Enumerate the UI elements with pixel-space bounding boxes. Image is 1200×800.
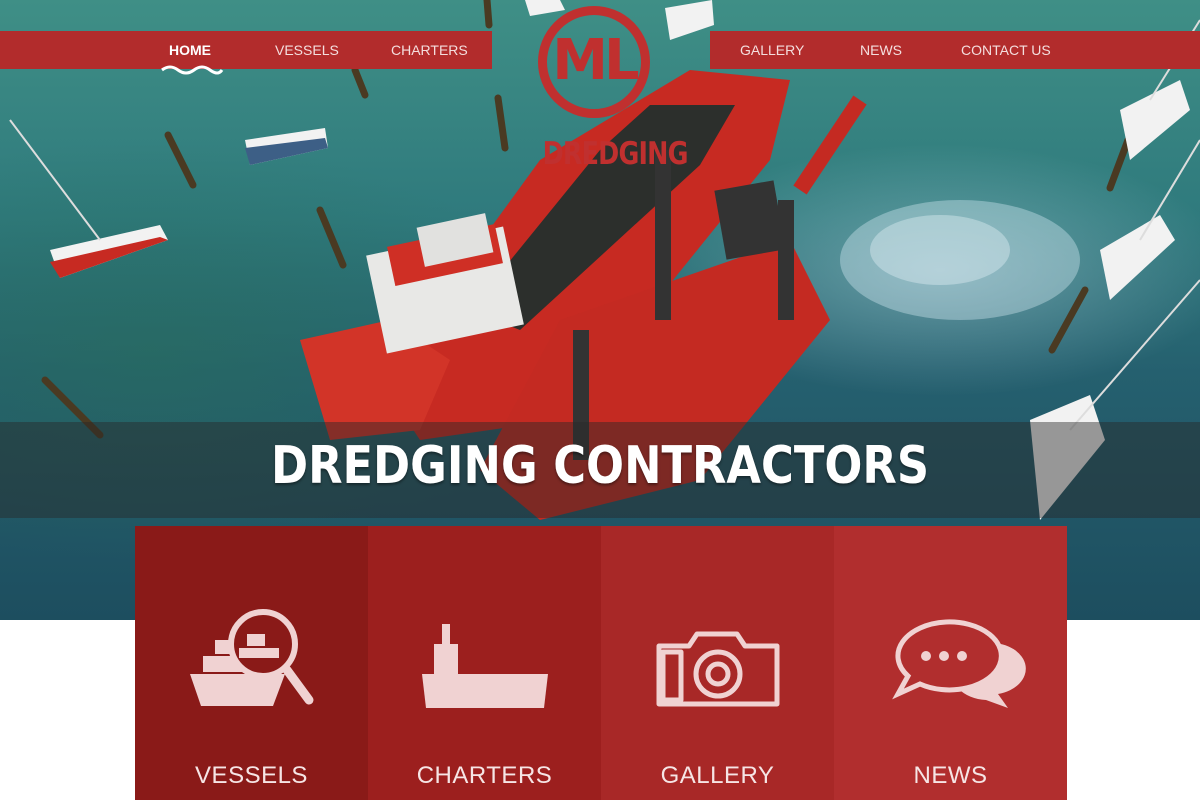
tile-charters[interactable]: CHARTERS xyxy=(368,526,601,800)
tile-label: GALLERY xyxy=(660,762,775,789)
camera-icon xyxy=(656,631,780,707)
logo-wordmark: DREDGING xyxy=(542,136,689,172)
site-logo[interactable]: ML DREDGING xyxy=(530,4,689,172)
hero-title: DREDGING CONTRACTORS xyxy=(270,436,930,496)
chat-bubbles-icon xyxy=(892,619,1026,708)
active-wave-indicator-icon xyxy=(161,65,224,75)
nav-gallery[interactable]: GALLERY xyxy=(740,31,804,69)
tile-label: CHARTERS xyxy=(416,762,553,789)
nav-bar-right: GALLERY NEWS CONTACT US xyxy=(710,31,1200,69)
tile-label: VESSELS xyxy=(195,762,308,789)
ship-icon xyxy=(422,624,548,708)
nav-bar-left: HOME VESSELS CHARTERS xyxy=(0,31,492,69)
tile-news[interactable]: NEWS xyxy=(834,526,1067,800)
vessel-search-icon xyxy=(190,609,314,706)
tile-label: NEWS xyxy=(913,762,988,789)
nav-charters[interactable]: CHARTERS xyxy=(391,31,468,69)
nav-vessels[interactable]: VESSELS xyxy=(275,31,339,69)
logo-initials: ML xyxy=(552,28,639,93)
feature-tiles: VESSELS CHARTERS GALLERY NEWS xyxy=(135,526,1067,800)
tile-gallery[interactable]: GALLERY xyxy=(601,526,834,800)
tile-vessels[interactable]: VESSELS xyxy=(135,526,368,800)
nav-contact-us[interactable]: CONTACT US xyxy=(961,31,1051,69)
nav-news[interactable]: NEWS xyxy=(860,31,902,69)
